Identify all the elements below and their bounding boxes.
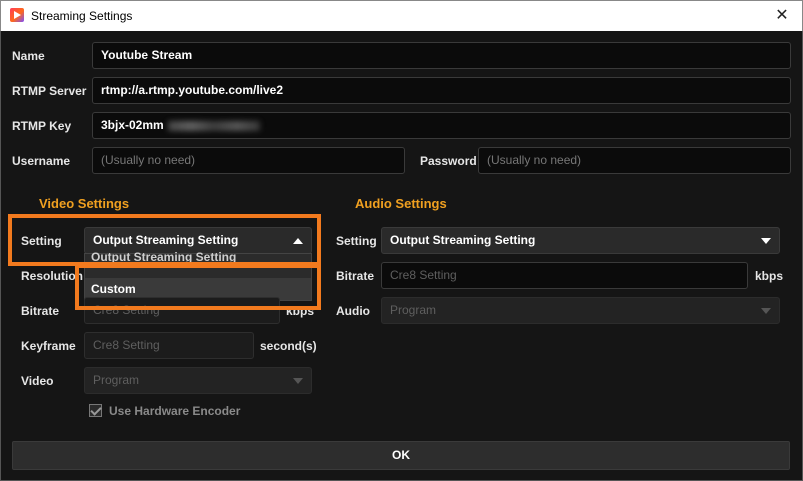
rtmp-key-value: 3bjx-02mm (101, 118, 164, 132)
ok-button[interactable]: OK (12, 441, 790, 470)
audio-setting-select[interactable]: Output Streaming Setting (381, 227, 780, 254)
close-button[interactable]: ✕ (770, 5, 794, 27)
name-label: Name (12, 49, 45, 63)
video-bitrate-label: Bitrate (21, 304, 60, 318)
chevron-down-icon (761, 308, 771, 314)
chevron-down-icon (761, 238, 771, 244)
app-logo-icon (10, 8, 24, 22)
password-input[interactable]: (Usually no need) (478, 147, 791, 174)
audio-bitrate-unit: kbps (755, 269, 784, 283)
rtmp-server-label: RTMP Server (12, 84, 87, 98)
audio-source-value: Program (390, 303, 437, 317)
username-label: Username (12, 154, 71, 168)
video-source-select[interactable]: Program (84, 367, 312, 394)
password-label: Password (420, 154, 477, 168)
audio-settings-title: Audio Settings (355, 196, 447, 211)
video-bitrate-unit: kbps (286, 304, 315, 318)
video-source-label: Video (21, 374, 54, 388)
rtmp-key-label: RTMP Key (12, 119, 72, 133)
video-setting-value: Output Streaming Setting (93, 233, 239, 247)
caret-up-icon (293, 238, 303, 244)
video-source-value: Program (93, 373, 140, 387)
username-input[interactable]: (Usually no need) (92, 147, 405, 174)
redacted-key (167, 120, 260, 131)
keyframe-label: Keyframe (21, 339, 76, 353)
rtmp-key-input[interactable]: 3bjx-02mm (92, 112, 791, 139)
audio-source-select[interactable]: Program (381, 297, 780, 324)
hardware-encoder-label: Use Hardware Encoder (109, 404, 241, 418)
audio-setting-label: Setting (336, 234, 377, 248)
audio-source-label: Audio (336, 304, 370, 318)
keyframe-input[interactable]: Cre8 Setting (84, 332, 254, 359)
audio-bitrate-label: Bitrate (336, 269, 375, 283)
keyframe-unit: second(s) (260, 339, 317, 353)
rtmp-server-input[interactable]: rtmp://a.rtmp.youtube.com/live2 (92, 77, 791, 104)
title-bar: Streaming Settings ✕ (0, 0, 803, 31)
video-setting-dropdown: Output Streaming Setting Custom (84, 250, 312, 301)
window-title: Streaming Settings (31, 9, 133, 23)
audio-bitrate-input[interactable]: Cre8 Setting (381, 262, 748, 289)
video-setting-label: Setting (21, 234, 62, 248)
resolution-label: Resolution (21, 269, 83, 283)
hardware-encoder-checkbox[interactable] (89, 404, 102, 417)
audio-setting-value: Output Streaming Setting (390, 233, 536, 247)
video-bitrate-input[interactable]: Cre8 Setting (84, 297, 280, 324)
video-settings-title: Video Settings (39, 196, 130, 211)
chevron-down-icon (293, 378, 303, 384)
dropdown-option-output[interactable]: Output Streaming Setting (85, 246, 311, 264)
name-input[interactable]: Youtube Stream (92, 42, 791, 69)
